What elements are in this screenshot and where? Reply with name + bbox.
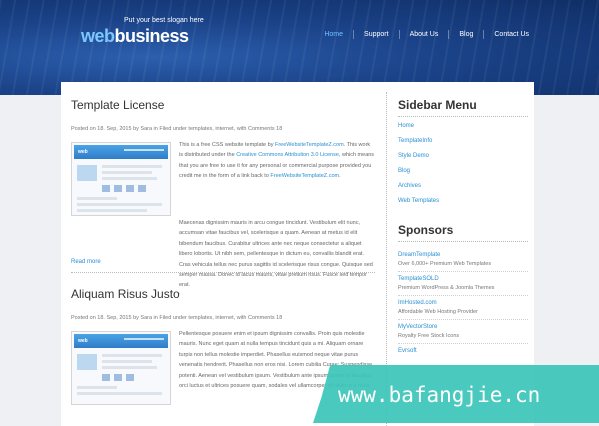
sponsor-item: ImHosted.com Affordable Web Hosting Prov…	[398, 296, 528, 320]
sponsor-description: Royalty Free Stock Icons	[398, 333, 460, 339]
thumbnail-logo: web	[78, 338, 88, 344]
thumbnail-icon	[126, 374, 134, 381]
thumbnail-icon	[114, 185, 122, 192]
sidebar-item-home[interactable]: Home	[398, 123, 528, 138]
thumbnail-line	[102, 366, 157, 369]
thumbnail-picture	[77, 354, 97, 370]
thumbnail-line	[102, 360, 152, 363]
header-background	[0, 0, 599, 95]
nav-support[interactable]: Support	[353, 30, 399, 39]
sponsor-link[interactable]: MyVectorStore	[398, 324, 528, 330]
thumbnail-line	[77, 197, 117, 200]
sidebar: Sidebar Menu Home TemplateInfo Style Dem…	[398, 82, 528, 368]
site-slogan: Put your best slogan here	[124, 17, 204, 24]
thumbnail-line	[77, 203, 162, 206]
post-thumbnail: web	[71, 331, 171, 405]
sponsor-link[interactable]: TemplateSOLD	[398, 276, 528, 282]
thumbnail-logo: web	[78, 149, 88, 155]
logo-web: web	[81, 26, 115, 46]
main-nav: Home Support About Us Blog Contact Us	[314, 30, 539, 39]
sponsor-description: Premium WordPress & Joomla Themes	[398, 285, 495, 291]
thumbnail-picture	[77, 165, 97, 181]
thumbnail-nav	[124, 338, 164, 340]
thumbnail-line	[77, 209, 147, 212]
post-thumbnail: web	[71, 142, 171, 216]
sidebar-menu: Home TemplateInfo Style Demo Blog Archiv…	[398, 116, 528, 213]
link-creative-commons[interactable]: Creative Commons Attribution 3.0 License	[236, 152, 339, 158]
logo-business: business	[114, 26, 190, 46]
sponsor-link[interactable]: Evrsoft	[398, 348, 528, 354]
link-freewebsitetemplatez[interactable]: FreeWebsiteTemplateZ.com	[275, 142, 344, 148]
thumbnail-line	[102, 171, 152, 174]
sponsor-description: Over 6,000+ Premium Web Templates	[398, 261, 492, 267]
sidebar-item-templateinfo[interactable]: TemplateInfo	[398, 138, 528, 153]
sidebar-item-blog[interactable]: Blog	[398, 168, 528, 183]
sponsors-list: DreamTemplate Over 6,000+ Premium Web Te…	[398, 241, 528, 368]
thumbnail-icon	[138, 185, 146, 192]
watermark-text: www.bafangjie.cn	[338, 383, 541, 407]
thumbnail-nav	[124, 149, 164, 151]
sidebar-menu-title: Sidebar Menu	[398, 98, 477, 112]
sponsor-item: DreamTemplate Over 6,000+ Premium Web Te…	[398, 248, 528, 272]
sponsor-item: MyVectorStore Royalty Free Stock Icons	[398, 320, 528, 344]
sponsor-link[interactable]: ImHosted.com	[398, 300, 528, 306]
thumbnail-header	[74, 145, 168, 159]
site-header: Put your best slogan here webbusiness Ho…	[0, 0, 599, 95]
sidebar-item-style-demo[interactable]: Style Demo	[398, 153, 528, 168]
nav-about-us[interactable]: About Us	[398, 30, 449, 39]
thumbnail-icon	[102, 374, 110, 381]
nav-contact-us[interactable]: Contact Us	[483, 30, 539, 39]
thumbnail-line	[102, 354, 162, 357]
thumbnail-header	[74, 334, 168, 348]
sponsor-item: Evrsoft	[398, 344, 528, 368]
sidebar-item-web-templates[interactable]: Web Templates	[398, 198, 528, 213]
sponsors-title: Sponsors	[398, 223, 454, 237]
intro-text: This is a free CSS website template by	[179, 142, 275, 148]
intro-text: .	[339, 173, 341, 180]
sponsor-description: Affordable Web Hosting Provider	[398, 309, 478, 315]
post-intro: This is a free CSS website template by F…	[179, 140, 375, 182]
post-title[interactable]: Template License	[71, 98, 375, 112]
sponsor-item: TemplateSOLD Premium WordPress & Joomla …	[398, 272, 528, 296]
thumbnail-line	[77, 386, 117, 389]
post-paragraph: Maecenas dignissim mauris in arcu congue…	[179, 220, 373, 289]
sidebar-item-archives[interactable]: Archives	[398, 183, 528, 198]
thumbnail-icon	[126, 185, 134, 192]
post-text: Maecenas dignissim mauris in arcu congue…	[71, 218, 375, 291]
sponsor-link[interactable]: DreamTemplate	[398, 252, 528, 258]
link-freewebsitetemplatez[interactable]: FreeWebsiteTemplateZ.com	[270, 173, 339, 179]
post-body: web This is a free CSS website template …	[71, 140, 375, 288]
nav-blog[interactable]: Blog	[448, 30, 483, 39]
thumbnail-line	[102, 177, 157, 180]
thumbnail-line	[77, 392, 162, 395]
post-meta: Posted on 18. Sep, 2015 by Sara in Filed…	[71, 315, 283, 321]
thumbnail-icon	[102, 185, 110, 192]
thumbnail-icon	[114, 374, 122, 381]
nav-home[interactable]: Home	[314, 30, 353, 39]
thumbnail-line	[102, 165, 162, 168]
site-logo[interactable]: webbusiness	[81, 26, 189, 47]
post-meta: Posted on 18. Sep, 2015 by Sara in Filed…	[71, 126, 283, 132]
